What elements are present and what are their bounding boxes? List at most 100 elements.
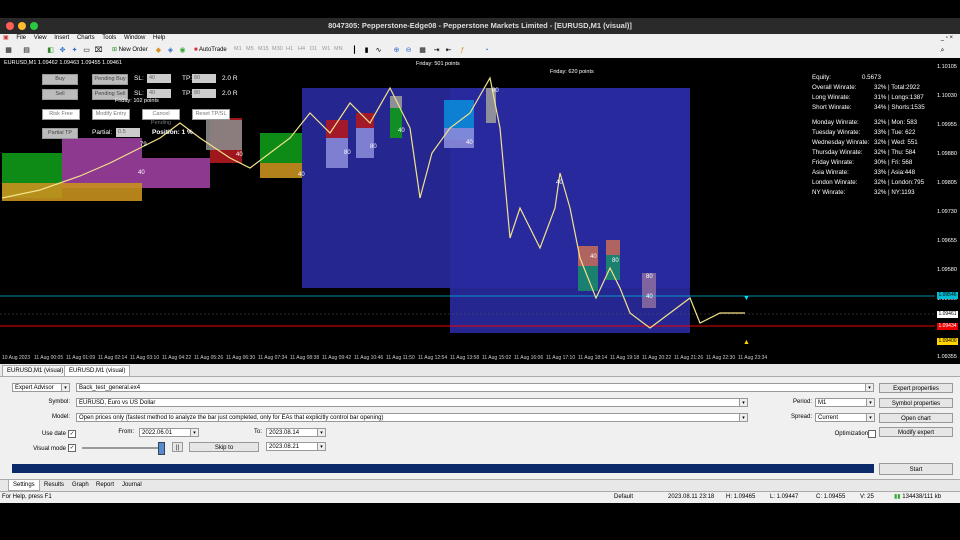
modify-expert-button[interactable]: Modify expert <box>879 427 953 437</box>
stat-count: | Thu: 584 <box>888 149 916 156</box>
tester-type-select[interactable]: Expert Advisor ▾ <box>12 383 70 392</box>
menu-insert[interactable]: Insert <box>51 34 72 43</box>
timeframe-d1[interactable]: D1 <box>310 46 322 52</box>
spread-select[interactable]: Current ▾ <box>815 413 875 422</box>
stat-label: Overall Winrate: <box>812 84 857 91</box>
autotrade-button[interactable]: ■ AutoTrade <box>192 45 229 56</box>
symbol-properties-button[interactable]: Symbol properties <box>879 398 953 408</box>
sell-button[interactable]: Sell <box>42 89 78 100</box>
from-date-input[interactable]: 2022.06.01 ▾ <box>139 428 199 437</box>
chart-tabs: EURUSD,M1 (visual) EURUSD,M1 (visual) <box>0 364 960 377</box>
timeframe-mn[interactable]: MN <box>334 46 346 52</box>
optimization-checkbox[interactable] <box>868 430 876 438</box>
indicators-icon[interactable]: ƒ <box>458 46 467 55</box>
terminal-icon[interactable]: ▭ <box>82 46 91 55</box>
stat-row: Wednesday Winrate: 32% | Wed: 551 <box>812 139 918 146</box>
from-date-value: 2022.06.01 <box>142 430 173 436</box>
market-watch-icon[interactable]: ◧ <box>46 46 55 55</box>
tab-journal[interactable]: Journal <box>118 480 146 490</box>
chart-symbol-label: EURUSD,M1 1.09462 1.09463 1.09455 1.0946… <box>4 60 123 66</box>
tab-settings[interactable]: Settings <box>8 480 40 491</box>
menu-help[interactable]: Help <box>150 34 168 43</box>
menu-view[interactable]: View <box>31 34 50 43</box>
line-chart-icon[interactable]: ∿ <box>374 46 383 55</box>
tp-buy-input[interactable]: 80 <box>192 74 216 83</box>
chart-shift-icon[interactable]: ⇤ <box>444 46 453 55</box>
profiles-icon[interactable]: ▤ <box>22 46 31 55</box>
expert-properties-button[interactable]: Expert properties <box>879 383 953 393</box>
symbol-select[interactable]: EURUSD, Euro vs US Dollar ▾ <box>76 398 748 407</box>
to-date-input[interactable]: 2023.08.14 ▾ <box>266 428 326 437</box>
timeframe-h4[interactable]: H4 <box>298 46 310 52</box>
chart-tab-active[interactable]: EURUSD,M1 (visual) <box>64 365 131 377</box>
model-select[interactable]: Open prices only (fastest method to anal… <box>76 413 748 422</box>
new-order-button[interactable]: ⊞ New Order <box>110 45 150 56</box>
reset-tpsl-button[interactable]: Reset TP/SL <box>192 109 230 120</box>
skip-to-button[interactable]: Skip to <box>189 442 259 452</box>
tile-windows-icon[interactable]: ▦ <box>418 46 427 55</box>
tp-sell-input[interactable]: 80 <box>192 89 216 98</box>
cancel-pending-button[interactable]: Cancel Pending <box>142 109 180 126</box>
price-axis-label: 1.09355 <box>937 354 957 360</box>
period-select[interactable]: M1 ▾ <box>815 398 875 407</box>
sl-sell-input[interactable]: 40 <box>147 89 171 98</box>
risk-free-button[interactable]: Risk Free <box>42 109 80 120</box>
partial-tp-button[interactable]: Partial TP <box>42 128 78 139</box>
minimize-window-button[interactable] <box>18 22 26 30</box>
pause-button[interactable]: || <box>172 442 183 452</box>
menu-window[interactable]: Window <box>121 34 148 43</box>
tester-icon[interactable]: ⌧ <box>94 46 103 55</box>
timeframe-h1[interactable]: H1 <box>286 46 298 52</box>
visual-mode-checkbox[interactable]: ✓ <box>68 444 76 452</box>
price-chart[interactable]: ▼ ▲ EURUSD,M1 1.09462 1.09463 1.09455 1.0… <box>0 58 960 363</box>
close-window-button[interactable] <box>6 22 14 30</box>
speed-slider-handle[interactable] <box>158 442 165 455</box>
toolbar: ▦ ▤ ◧ ✥ ✦ ▭ ⌧ ⊞ New Order ◆ ◈ ◉ ■ AutoTr… <box>0 43 960 59</box>
data-window-icon[interactable]: ✥ <box>58 46 67 55</box>
navigator-icon[interactable]: ✦ <box>70 46 79 55</box>
timeframe-m15[interactable]: M15 <box>258 46 272 52</box>
partial-input[interactable]: 0.5 <box>116 128 140 137</box>
skip-date-input[interactable]: 2023.08.21 ▾ <box>266 442 326 451</box>
candle-chart-icon[interactable]: ▮ <box>362 46 371 55</box>
open-chart-button[interactable]: Open chart <box>879 413 953 423</box>
timeframe-m30[interactable]: M30 <box>272 46 286 52</box>
window-controls-icon[interactable]: _ ▫ × <box>938 34 956 43</box>
zoom-out-icon[interactable]: ⊖ <box>404 46 413 55</box>
timeframe-w1[interactable]: W1 <box>322 46 334 52</box>
time-axis-label: 11 Aug 05:26 <box>194 355 224 361</box>
status-help: For Help, press F1 <box>2 494 52 500</box>
tab-report[interactable]: Report <box>92 480 118 490</box>
new-chart-icon[interactable]: ▦ <box>4 46 13 55</box>
stat-count: | Tue: 622 <box>888 129 916 136</box>
periods-icon[interactable]: ◔ <box>482 46 491 55</box>
signals-icon[interactable]: ◈ <box>166 46 175 55</box>
time-axis-label: 11 Aug 10:46 <box>354 355 384 361</box>
tab-graph[interactable]: Graph <box>68 480 93 490</box>
pending-buy-button[interactable]: Pending Buy <box>92 74 128 85</box>
time-axis-label: 11 Aug 04:22 <box>162 355 192 361</box>
zoom-in-icon[interactable]: ⊕ <box>392 46 401 55</box>
tab-results[interactable]: Results <box>40 480 68 490</box>
time-axis-label: 11 Aug 00:05 <box>34 355 64 361</box>
modify-entry-button[interactable]: Modify Entry <box>92 109 130 120</box>
auto-scroll-icon[interactable]: ⇥ <box>432 46 441 55</box>
timeframe-m1[interactable]: M1 <box>234 46 246 52</box>
bar-chart-icon[interactable]: ┃ <box>350 46 359 55</box>
menu-file[interactable]: File <box>13 34 29 43</box>
speed-slider[interactable] <box>82 447 164 449</box>
buy-button[interactable]: Buy <box>42 74 78 85</box>
sl-buy-input[interactable]: 40 <box>147 74 171 83</box>
refresh-icon[interactable]: ◉ <box>178 46 187 55</box>
use-date-checkbox[interactable]: ✓ <box>68 430 76 438</box>
menu-tools[interactable]: Tools <box>99 34 119 43</box>
expert-value: Back_test_general.ex4 <box>79 385 141 391</box>
zoom-window-button[interactable] <box>30 22 38 30</box>
search-icon[interactable]: ⌕ <box>938 46 947 55</box>
menu-charts[interactable]: Charts <box>74 34 98 43</box>
start-button[interactable]: Start <box>879 463 953 475</box>
expert-select[interactable]: Back_test_general.ex4 ▾ <box>76 383 874 392</box>
metaeditor-icon[interactable]: ◆ <box>154 46 163 55</box>
timeframe-m5[interactable]: M5 <box>246 46 258 52</box>
chart-tab[interactable]: EURUSD,M1 (visual) <box>2 365 69 377</box>
